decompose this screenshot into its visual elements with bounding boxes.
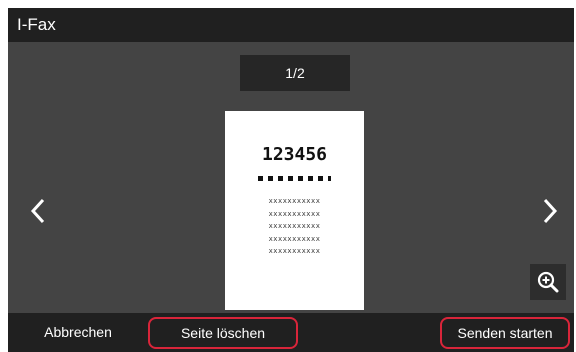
zoom-button[interactable] [530, 264, 566, 300]
window-title: I-Fax [17, 15, 56, 34]
bottom-action-bar: Abbrechen Seite löschen Senden starten [8, 313, 574, 352]
next-page-button[interactable] [536, 191, 564, 231]
previous-page-button[interactable] [24, 191, 52, 231]
document-text-lines: xxxxxxxxxxx xxxxxxxxxxx xxxxxxxxxxx xxxx… [225, 195, 364, 258]
ifax-preview-screen: I-Fax 1/2 123456 xxxxxxxxxxx xxxxxxxxxxx… [8, 8, 574, 352]
document-dots-line [258, 176, 331, 181]
zoom-in-icon [537, 271, 559, 293]
document-preview: 123456 xxxxxxxxxxx xxxxxxxxxxx xxxxxxxxx… [225, 111, 364, 310]
title-bar: I-Fax [8, 8, 574, 42]
document-line: xxxxxxxxxxx [268, 247, 321, 255]
chevron-right-icon [543, 198, 558, 224]
document-line: xxxxxxxxxxx [268, 197, 321, 205]
chevron-left-icon [30, 198, 45, 224]
document-number: 123456 [261, 144, 328, 165]
cancel-button[interactable]: Abbrechen [28, 313, 128, 352]
start-sending-button[interactable]: Senden starten [440, 317, 570, 349]
document-line: xxxxxxxxxxx [268, 234, 321, 243]
document-line: xxxxxxxxxxx [268, 209, 321, 218]
page-indicator-label: 1/2 [285, 65, 305, 81]
page-indicator: 1/2 [240, 55, 350, 91]
delete-page-button[interactable]: Seite löschen [148, 317, 298, 349]
document-line: xxxxxxxxxxx [268, 222, 321, 230]
